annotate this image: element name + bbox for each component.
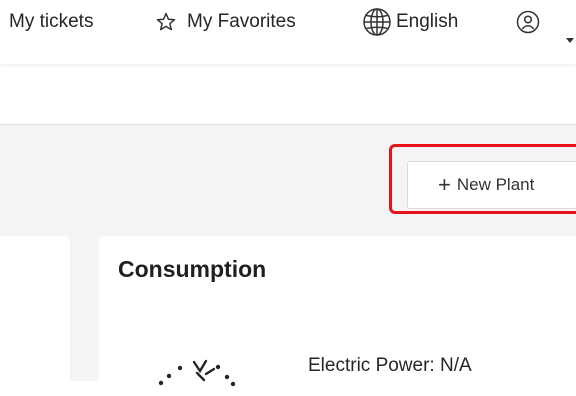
consumption-title: Consumption: [118, 256, 267, 282]
user-avatar-button[interactable]: [516, 10, 540, 34]
language-selector[interactable]: English: [362, 7, 459, 37]
consumption-card: Consumption Electric Power: N/A: [99, 236, 576, 396]
plus-icon: +: [438, 172, 451, 197]
globe-icon: [362, 7, 392, 37]
language-label: English: [396, 11, 459, 32]
new-plant-button[interactable]: + New Plant: [407, 161, 576, 209]
my-favorites-label: My Favorites: [187, 11, 296, 32]
left-card: [0, 236, 70, 396]
electric-power-value: Electric Power: N/A: [308, 355, 472, 376]
my-tickets-link[interactable]: My tickets: [9, 10, 93, 34]
user-avatar-icon: [516, 10, 540, 34]
my-tickets-label: My tickets: [9, 11, 94, 32]
electric-power-icon: [156, 358, 240, 393]
new-plant-label: New Plant: [456, 175, 535, 194]
caret-down-icon[interactable]: [566, 38, 574, 43]
top-navigation-bar: My tickets My Favorites English: [0, 0, 576, 64]
star-icon: [155, 11, 177, 33]
my-favorites-link[interactable]: My Favorites: [155, 10, 296, 34]
